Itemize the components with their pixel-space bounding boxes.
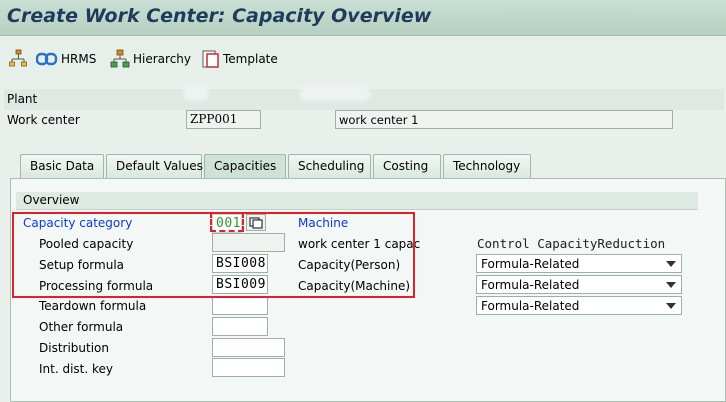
tab-technology[interactable]: Technology [443,154,531,178]
application-toolbar: HRMS Hierarchy Template [0,37,726,83]
template-label: Template [223,52,278,66]
distribution-field[interactable] [212,338,285,357]
overview-title: Overview [23,193,80,207]
distribution-label: Distribution [39,341,110,355]
title-bar: Create Work Center: Capacity Overview [0,0,726,36]
chevron-down-icon [666,261,676,267]
hrms-button[interactable]: HRMS [36,49,96,69]
template-icon [202,50,219,68]
work-center-label: Work center [7,113,80,127]
tab-default-values[interactable]: Default Values [106,154,203,178]
int-dist-key-label: Int. dist. key [39,362,114,376]
hrms-link-icon [36,52,58,66]
teardown-formula-label: Teardown formula [39,299,147,313]
tab-strip: Basic Data Default Values Capacities Sch… [20,154,533,178]
hrms-label: HRMS [61,52,97,66]
tab-basic-data[interactable]: Basic Data [20,154,104,178]
window-title: Create Work Center: Capacity Overview [7,5,432,27]
other-formula-label: Other formula [39,320,124,334]
teardown-formula-field[interactable] [212,296,268,315]
other-formula-field[interactable] [212,317,268,336]
org-structure-button[interactable] [8,49,28,69]
work-center-field[interactable]: ZPP001 [186,110,261,129]
tab-scheduling[interactable]: Scheduling [288,154,371,178]
redacted-area [184,87,208,101]
chevron-down-icon [666,303,676,309]
org-structure-icon [9,49,27,67]
red-dashed-focus-box [210,212,244,232]
control-dropdown-teardown[interactable]: Formula-Related [476,296,682,315]
tab-capacities[interactable]: Capacities [204,154,286,178]
overview-group-header: Overview [16,192,698,210]
redacted-area [300,87,370,101]
hierarchy-label: Hierarchy [133,52,192,66]
hierarchy-button[interactable]: Hierarchy [110,49,191,69]
control-dropdown-value: Formula-Related [481,278,580,292]
control-capacity-reduction-header: Control CapacityReduction [477,236,666,251]
plant-label: Plant [7,92,38,106]
control-dropdown-setup[interactable]: Formula-Related [476,254,682,273]
work-center-description-field[interactable]: work center 1 [335,110,673,129]
int-dist-key-field[interactable] [212,358,285,377]
control-dropdown-value: Formula-Related [481,257,580,271]
template-button[interactable]: Template [202,49,278,69]
hierarchy-icon [110,49,130,68]
tab-costing[interactable]: Costing [373,154,441,178]
control-dropdown-value: Formula-Related [481,299,580,313]
control-dropdown-processing[interactable]: Formula-Related [476,275,682,294]
chevron-down-icon [666,282,676,288]
